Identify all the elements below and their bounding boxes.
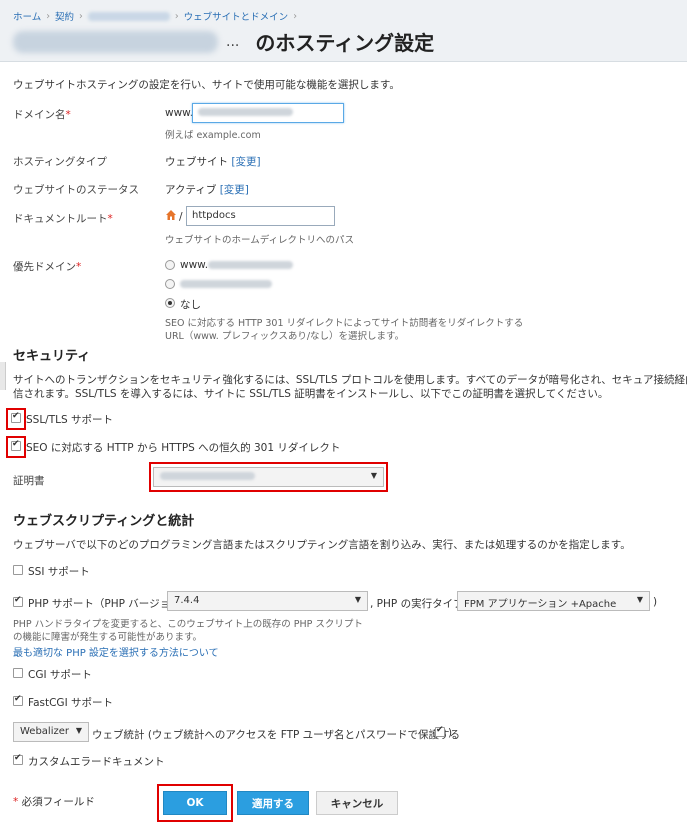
preferred-www-label: www. xyxy=(180,259,294,271)
php-type-value: FPM アプリケーション +Apache xyxy=(464,599,617,610)
home-icon xyxy=(166,210,176,220)
ssi-checkbox[interactable] xyxy=(13,565,23,575)
status-value: アクティブ [変更] xyxy=(165,182,249,197)
preferred-www-blurred-domain xyxy=(208,261,294,269)
apply-button[interactable]: 適用する xyxy=(237,791,309,815)
scripting-heading: ウェブスクリプティングと統計 xyxy=(13,514,195,529)
hosting-type-label: ホスティングタイプ xyxy=(13,156,107,168)
php-label: PHP サポート（PHP バージョン xyxy=(28,598,181,610)
php-settings-link[interactable]: 最も適切な PHP 設定を選択する方法について xyxy=(13,644,219,659)
page-title-text: のホスティング設定 xyxy=(255,31,435,55)
ssi-label: SSI サポート xyxy=(28,566,90,578)
chevron-down-icon: ▼ xyxy=(636,595,643,604)
breadcrumb-separator: › xyxy=(293,10,297,22)
php-type-label: , PHP の実行タイプ xyxy=(370,598,464,610)
php-hint-line1: PHP ハンドラタイプを変更すると、このウェブサイト上の既存の PHP スクリプ… xyxy=(13,619,363,630)
certificate-select[interactable]: ▼ xyxy=(153,467,384,487)
certificate-select-blurred-value xyxy=(160,472,255,480)
custom-errors-checkbox[interactable] xyxy=(13,753,23,765)
preferred-none-radio[interactable] xyxy=(165,298,175,308)
required-mark: * xyxy=(65,109,71,121)
scripting-desc: ウェブサーバで以下のどのプログラミング言語またはスクリプティング言語を割り込み、… xyxy=(13,539,631,551)
breadcrumb-separator: › xyxy=(79,10,83,22)
breadcrumb-home[interactable]: ホーム xyxy=(13,9,41,23)
https-redirect-checkbox[interactable] xyxy=(11,439,21,451)
preferred-none-label: なし xyxy=(180,299,201,311)
preferred-hint-line1: SEO に対応する HTTP 301 リダイレクトによってサイト訪問者をリダイレ… xyxy=(165,318,524,329)
stats-tool-select[interactable]: Webalizer ▼ xyxy=(13,722,89,742)
status-change-link[interactable]: [変更] xyxy=(220,184,249,196)
stats-tool-value: Webalizer xyxy=(20,726,69,737)
docroot-label-text: ドキュメントルート xyxy=(13,213,108,225)
preferred-domain-label: 優先ドメイン* xyxy=(13,259,81,274)
https-redirect-label: SEO に対応する HTTP から HTTPS への恒久的 301 リダイレクト xyxy=(26,442,341,454)
breadcrumb-blurred-subscription[interactable] xyxy=(87,11,170,21)
ssl-support-label: SSL/TLS サポート xyxy=(26,414,113,426)
domain-input-blurred-value xyxy=(198,108,293,116)
required-mark: * xyxy=(76,261,82,273)
domain-input[interactable] xyxy=(192,103,344,123)
docroot-slash: / xyxy=(179,211,183,223)
required-note-text: 必須フィールド xyxy=(21,796,95,808)
chevron-down-icon: ▼ xyxy=(370,471,377,480)
certificate-label: 証明書 xyxy=(13,475,45,487)
breadcrumb-websites-domains[interactable]: ウェブサイトとドメイン xyxy=(184,9,289,23)
breadcrumb-separator: › xyxy=(46,10,51,22)
domain-label-text: ドメイン名 xyxy=(13,109,66,121)
ok-button[interactable]: OK xyxy=(163,791,227,815)
preferred-www-prefix: www. xyxy=(180,259,209,271)
preferred-domain-label-text: 優先ドメイン xyxy=(13,261,76,273)
intro-text: ウェブサイトホスティングの設定を行い、サイトで使用可能な機能を選択します。 xyxy=(13,79,400,91)
required-mark: * xyxy=(13,796,19,808)
hosting-type-change-link[interactable]: [変更] xyxy=(231,156,260,168)
stats-close-paren: ) xyxy=(448,727,453,739)
preferred-hint-line2: URL（www. プレフィックスあり/なし）を選択します。 xyxy=(165,331,405,342)
docroot-label: ドキュメントルート* xyxy=(13,211,113,226)
cgi-label: CGI サポート xyxy=(28,669,92,681)
php-version-value: 7.4.4 xyxy=(174,595,200,606)
page-title-dots: ... xyxy=(226,33,240,50)
stats-label: ウェブ統計 (ウェブ統計へのアクセスを FTP ユーザ名とパスワードで保護する xyxy=(92,729,460,741)
required-mark: * xyxy=(107,213,113,225)
php-version-select[interactable]: 7.4.4 ▼ xyxy=(167,591,368,611)
preferred-www-radio[interactable] xyxy=(165,260,175,270)
security-desc-line2: 信されます。SSL/TLS を導入するには、サイトに SSL/TLS 証明書をイ… xyxy=(13,388,609,400)
docroot-input[interactable]: httpdocs xyxy=(186,206,335,226)
stats-protect-checkbox[interactable] xyxy=(435,725,445,737)
status-text: アクティブ xyxy=(165,184,217,196)
breadcrumb-contract[interactable]: 契約 xyxy=(55,9,74,23)
hosting-type-text: ウェブサイト xyxy=(165,156,228,168)
chevron-down-icon: ▼ xyxy=(354,595,361,604)
security-desc-line1: サイトへのトランザクションをセキュリティ強化するには、SSL/TLS プロトコル… xyxy=(13,374,687,386)
php-hint-line2: の機能に障害が発生する可能性があります。 xyxy=(13,632,203,643)
fastcgi-label: FastCGI サポート xyxy=(28,697,113,709)
cgi-checkbox[interactable] xyxy=(13,668,23,678)
side-tab-marker xyxy=(0,362,6,390)
page-title-blurred-domain xyxy=(13,30,218,53)
docroot-hint: ウェブサイトのホームディレクトリへのパス xyxy=(165,235,355,246)
preferred-nowww-radio[interactable] xyxy=(165,279,175,289)
breadcrumb-separator: › xyxy=(174,10,179,22)
ssl-support-checkbox[interactable] xyxy=(11,411,21,423)
chevron-down-icon: ▼ xyxy=(75,726,82,735)
status-label: ウェブサイトのステータス xyxy=(13,184,139,196)
fastcgi-checkbox[interactable] xyxy=(13,694,23,706)
php-close-paren: ) xyxy=(653,596,658,608)
security-heading: セキュリティ xyxy=(13,349,91,364)
breadcrumb: ホーム › 契約 › › ウェブサイトとドメイン › xyxy=(13,9,302,24)
domain-label: ドメイン名* xyxy=(13,107,71,122)
page-header: ホーム › 契約 › › ウェブサイトとドメイン › ... のホスティング設定 xyxy=(0,0,687,62)
page-title: ... のホスティング設定 xyxy=(13,27,434,56)
preferred-nowww-blurred-domain xyxy=(180,280,272,288)
required-note: * 必須フィールド xyxy=(13,794,95,809)
cancel-button[interactable]: キャンセル xyxy=(316,791,398,815)
php-checkbox[interactable] xyxy=(13,595,23,607)
preferred-nowww-label xyxy=(180,278,272,290)
hosting-type-value: ウェブサイト [変更] xyxy=(165,154,261,169)
domain-prefix: www. xyxy=(165,107,194,119)
domain-hint: 例えば example.com xyxy=(165,130,261,141)
php-type-select[interactable]: FPM アプリケーション +Apache ▼ xyxy=(457,591,650,611)
custom-errors-label: カスタムエラードキュメント xyxy=(28,756,165,768)
